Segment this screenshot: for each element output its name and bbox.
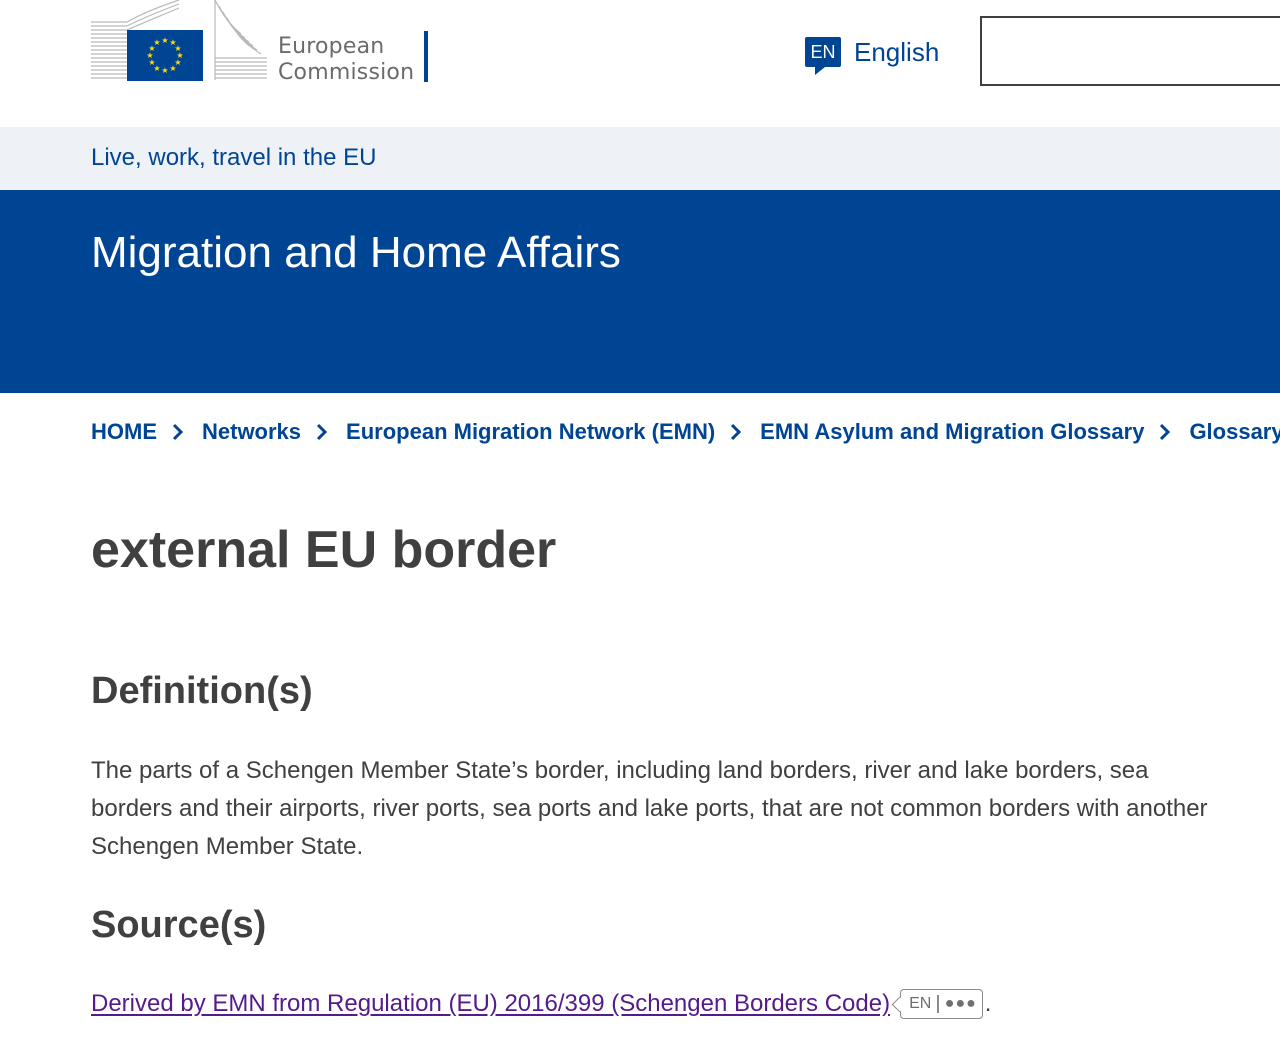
chevron-right-icon xyxy=(1144,422,1189,442)
svg-text:★: ★ xyxy=(161,66,168,75)
language-label: English xyxy=(854,36,940,67)
logo-divider xyxy=(424,31,428,82)
source-link[interactable]: Derived by EMN from Regulation (EU) 2016… xyxy=(91,990,890,1018)
site-tagline-bar: Live, work, travel in the EU xyxy=(0,127,1280,190)
sources-heading: Source(s) xyxy=(91,904,267,946)
source-trailing-period: . xyxy=(984,990,992,1017)
svg-text:★: ★ xyxy=(153,38,160,47)
breadcrumb-emn-glossary[interactable]: EMN Asylum and Migration Glossary xyxy=(760,419,1144,445)
site-header: ★ ★ ★ ★ ★ ★ ★ ★ ★ ★ ★ ★ European Commiss… xyxy=(0,0,1280,127)
badge-language-code: EN xyxy=(909,995,932,1012)
breadcrumb-home[interactable]: HOME xyxy=(91,419,157,445)
chevron-right-icon xyxy=(301,422,346,442)
language-code-icon: EN xyxy=(805,37,841,75)
source-line: Derived by EMN from Regulation (EU) 2016… xyxy=(91,986,991,1022)
logo-text-line2: Commission xyxy=(278,60,415,85)
svg-text:★: ★ xyxy=(169,64,176,73)
more-languages-icon: ●●● xyxy=(944,995,977,1012)
definitions-heading: Definition(s) xyxy=(91,670,313,712)
page-title: external EU border xyxy=(91,521,557,579)
svg-text:★: ★ xyxy=(161,36,168,45)
site-title: Migration and Home Affairs xyxy=(91,228,621,277)
site-tagline-link[interactable]: Live, work, travel in the EU xyxy=(91,144,376,172)
ec-building-flag-icon: ★ ★ ★ ★ ★ ★ ★ ★ ★ ★ ★ ★ xyxy=(91,0,267,81)
breadcrumb-emn[interactable]: European Migration Network (EMN) xyxy=(346,419,715,445)
badge-divider xyxy=(937,995,939,1013)
european-commission-logo[interactable]: ★ ★ ★ ★ ★ ★ ★ ★ ★ ★ ★ ★ European Commiss… xyxy=(91,0,436,86)
search-box xyxy=(980,16,1280,86)
chevron-right-icon xyxy=(157,422,202,442)
language-selector[interactable]: EN English xyxy=(805,33,940,75)
page-header-banner: Migration and Home Affairs xyxy=(0,190,1280,393)
chevron-right-icon xyxy=(715,422,760,442)
search-input[interactable] xyxy=(982,18,1280,84)
logo-text-line1: European xyxy=(278,34,385,59)
breadcrumb-glossary[interactable]: Glossary xyxy=(1189,419,1280,445)
definition-text: The parts of a Schengen Member State’s b… xyxy=(91,757,1208,860)
breadcrumb-networks[interactable]: Networks xyxy=(202,419,301,445)
document-language-badge[interactable]: EN ●●● xyxy=(900,989,983,1019)
breadcrumb: HOME Networks European Migration Network… xyxy=(91,416,1280,448)
logo-text: European Commission xyxy=(278,34,414,86)
